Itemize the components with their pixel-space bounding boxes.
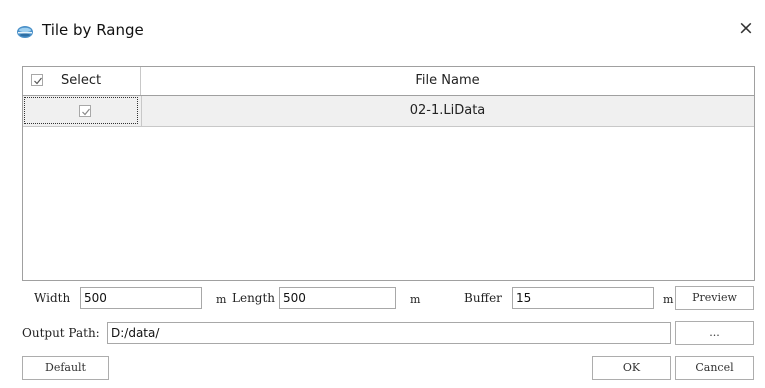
select-all-checkbox[interactable] xyxy=(31,74,43,86)
length-label: Length xyxy=(232,291,276,305)
width-input[interactable]: 500 xyxy=(80,287,202,309)
length-input[interactable]: 500 xyxy=(279,287,396,309)
row-checkbox[interactable] xyxy=(79,105,91,117)
buffer-unit: m xyxy=(663,293,674,306)
select-column-label: Select xyxy=(61,73,102,88)
cancel-button[interactable]: Cancel xyxy=(675,356,754,380)
width-label: Width xyxy=(34,291,71,305)
row-select-cell[interactable] xyxy=(24,97,138,124)
app-globe-icon xyxy=(16,24,34,38)
output-path-label: Output Path: xyxy=(22,326,100,340)
ok-button[interactable]: OK xyxy=(592,356,671,380)
close-button[interactable]: × xyxy=(735,17,757,39)
grid-header: Select File Name xyxy=(23,67,754,96)
width-unit: m xyxy=(216,293,227,306)
preview-button[interactable]: Preview xyxy=(675,286,754,310)
select-column-header[interactable]: Select xyxy=(23,67,141,95)
output-path-input[interactable]: D:/data/ xyxy=(107,322,671,344)
check-icon xyxy=(34,77,42,85)
tile-by-range-dialog: Tile by Range × Select File Name 02-1.Li… xyxy=(0,0,765,388)
title-bar: Tile by Range × xyxy=(0,0,765,62)
file-name-column-header[interactable]: File Name xyxy=(141,67,754,95)
browse-button[interactable]: ... xyxy=(675,321,754,345)
dialog-title: Tile by Range xyxy=(42,21,144,39)
file-grid: Select File Name 02-1.LiData xyxy=(22,66,755,281)
table-row[interactable]: 02-1.LiData xyxy=(23,96,754,127)
buffer-label: Buffer xyxy=(464,291,502,305)
buffer-input[interactable]: 15 xyxy=(512,287,654,309)
check-icon xyxy=(82,108,90,116)
length-unit: m xyxy=(410,293,421,306)
default-button[interactable]: Default xyxy=(22,356,109,380)
file-name-cell: 02-1.LiData xyxy=(409,103,486,118)
